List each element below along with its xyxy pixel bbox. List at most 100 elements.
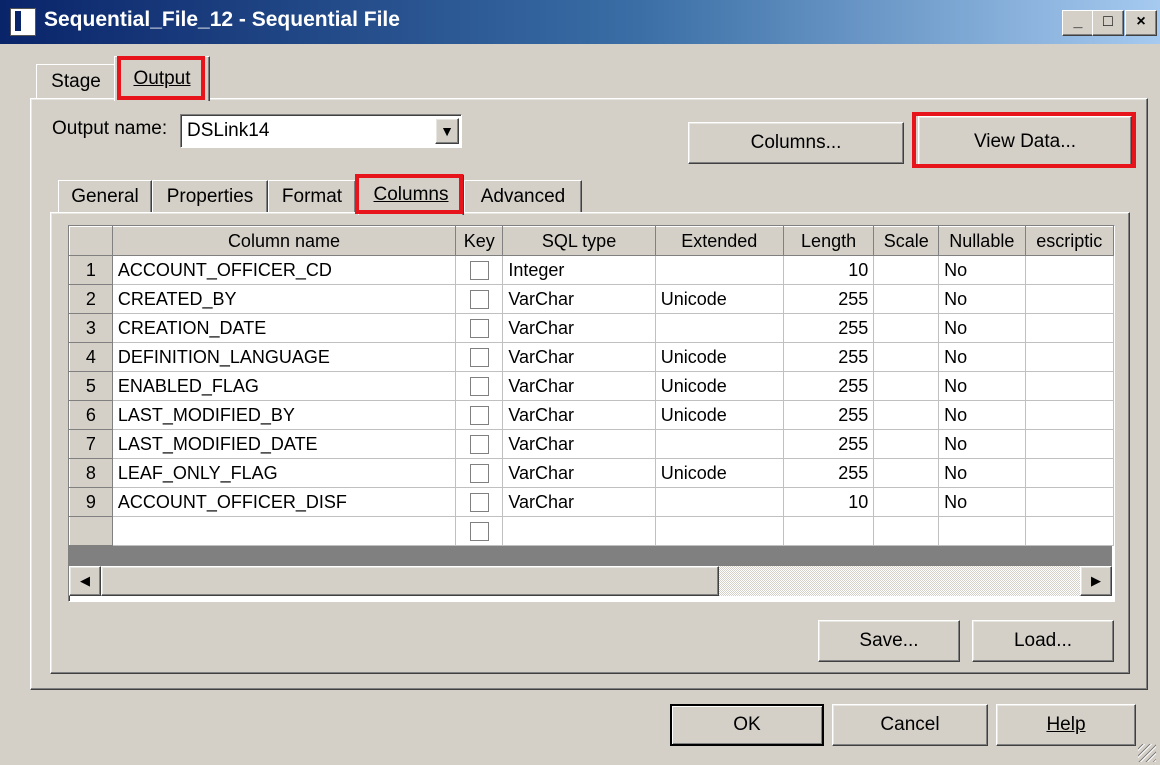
- cell-description[interactable]: [1025, 371, 1114, 401]
- cell-nullable[interactable]: No: [938, 458, 1026, 488]
- key-checkbox[interactable]: [469, 377, 489, 397]
- cell-key[interactable]: [455, 487, 504, 517]
- cell-extended[interactable]: [655, 429, 784, 459]
- header-length[interactable]: Length: [782, 226, 875, 256]
- columns-button[interactable]: Columns...: [688, 122, 904, 164]
- key-checkbox[interactable]: [469, 493, 489, 513]
- arrow-right-icon[interactable]: ▶: [1080, 566, 1112, 596]
- cell-length[interactable]: 255: [783, 313, 875, 343]
- tab-format[interactable]: Format: [268, 180, 356, 213]
- key-checkbox[interactable]: [469, 406, 489, 426]
- cell-extended[interactable]: Unicode: [655, 284, 784, 314]
- row-number[interactable]: 2: [69, 284, 113, 314]
- cell-key[interactable]: [455, 400, 504, 430]
- cell-extended[interactable]: Unicode: [655, 458, 784, 488]
- cell-scale[interactable]: [873, 342, 940, 372]
- cell-description[interactable]: [1025, 400, 1114, 430]
- header-description[interactable]: escriptic: [1024, 226, 1114, 256]
- arrow-left-icon[interactable]: ◀: [69, 566, 101, 596]
- row-number[interactable]: 4: [69, 342, 113, 372]
- empty-cell[interactable]: [455, 516, 504, 546]
- header-nullable[interactable]: Nullable: [938, 226, 1026, 256]
- cell-description[interactable]: [1025, 458, 1114, 488]
- minimize-button[interactable]: _: [1062, 10, 1094, 36]
- cell-extended[interactable]: Unicode: [655, 371, 784, 401]
- save-button[interactable]: Save...: [818, 620, 960, 662]
- row-number[interactable]: 9: [69, 487, 113, 517]
- cell-extended[interactable]: [655, 255, 784, 285]
- cell-column-name[interactable]: DEFINITION_LANGUAGE: [112, 342, 457, 372]
- cell-scale[interactable]: [873, 400, 940, 430]
- cell-column-name[interactable]: ACCOUNT_OFFICER_DISF: [112, 487, 457, 517]
- cell-sql-type[interactable]: VarChar: [502, 400, 656, 430]
- empty-cell[interactable]: [112, 516, 457, 546]
- row-number[interactable]: 1: [69, 255, 113, 285]
- cell-key[interactable]: [455, 313, 504, 343]
- cell-length[interactable]: 10: [783, 255, 875, 285]
- cell-key[interactable]: [455, 458, 504, 488]
- tab-advanced[interactable]: Advanced: [464, 180, 582, 213]
- cell-extended[interactable]: Unicode: [655, 342, 784, 372]
- header-extended[interactable]: Extended: [654, 226, 784, 256]
- cell-length[interactable]: 255: [783, 284, 875, 314]
- cell-description[interactable]: [1025, 429, 1114, 459]
- cell-description[interactable]: [1025, 487, 1114, 517]
- table-row[interactable]: 3 CREATION_DATE VarChar 255 No: [69, 313, 1114, 343]
- cell-sql-type[interactable]: VarChar: [502, 458, 656, 488]
- tab-properties[interactable]: Properties: [152, 180, 268, 213]
- cell-length[interactable]: 255: [783, 371, 875, 401]
- horizontal-scrollbar[interactable]: ◀ ▶: [69, 566, 1112, 596]
- tab-general[interactable]: General: [58, 180, 152, 213]
- cell-nullable[interactable]: No: [938, 429, 1026, 459]
- empty-cell[interactable]: [783, 516, 875, 546]
- cell-extended[interactable]: [655, 313, 784, 343]
- cell-sql-type[interactable]: VarChar: [502, 487, 656, 517]
- cell-scale[interactable]: [873, 284, 940, 314]
- empty-cell[interactable]: [1025, 516, 1114, 546]
- cell-sql-type[interactable]: VarChar: [502, 429, 656, 459]
- key-checkbox[interactable]: [469, 464, 489, 484]
- table-row[interactable]: 7 LAST_MODIFIED_DATE VarChar 255 No: [69, 429, 1114, 459]
- header-scale[interactable]: Scale: [873, 226, 940, 256]
- empty-cell[interactable]: [938, 516, 1026, 546]
- cell-key[interactable]: [455, 371, 504, 401]
- cell-nullable[interactable]: No: [938, 400, 1026, 430]
- empty-cell[interactable]: [655, 516, 784, 546]
- cell-key[interactable]: [455, 342, 504, 372]
- load-button[interactable]: Load...: [972, 620, 1114, 662]
- table-row[interactable]: 1 ACCOUNT_OFFICER_CD Integer 10 No: [69, 255, 1114, 285]
- empty-cell[interactable]: [502, 516, 656, 546]
- cell-nullable[interactable]: No: [938, 284, 1026, 314]
- cell-sql-type[interactable]: Integer: [502, 255, 656, 285]
- cell-column-name[interactable]: ENABLED_FLAG: [112, 371, 457, 401]
- cell-column-name[interactable]: LEAF_ONLY_FLAG: [112, 458, 457, 488]
- cell-nullable[interactable]: No: [938, 342, 1026, 372]
- table-row[interactable]: 4 DEFINITION_LANGUAGE VarChar Unicode 255 No: [69, 342, 1114, 372]
- cell-length[interactable]: 255: [783, 342, 875, 372]
- cell-column-name[interactable]: ACCOUNT_OFFICER_CD: [112, 255, 457, 285]
- row-number[interactable]: 3: [69, 313, 113, 343]
- table-row[interactable]: 8 LEAF_ONLY_FLAG VarChar Unicode 255 No: [69, 458, 1114, 488]
- table-row-new[interactable]: [69, 516, 1114, 546]
- cell-description[interactable]: [1025, 342, 1114, 372]
- key-checkbox[interactable]: [469, 261, 489, 281]
- cell-scale[interactable]: [873, 458, 940, 488]
- tab-stage[interactable]: Stage: [36, 64, 116, 99]
- cell-nullable[interactable]: No: [938, 487, 1026, 517]
- chevron-down-icon[interactable]: ▼: [435, 118, 459, 144]
- row-number[interactable]: 6: [69, 400, 113, 430]
- table-row[interactable]: 9 ACCOUNT_OFFICER_DISF VarChar 10 No: [69, 487, 1114, 517]
- cell-key[interactable]: [455, 429, 504, 459]
- key-checkbox[interactable]: [469, 522, 489, 542]
- key-checkbox[interactable]: [469, 319, 489, 339]
- cell-key[interactable]: [455, 255, 504, 285]
- key-checkbox[interactable]: [469, 348, 489, 368]
- cell-sql-type[interactable]: VarChar: [502, 371, 656, 401]
- header-column-name[interactable]: Column name: [111, 226, 457, 256]
- table-row[interactable]: 6 LAST_MODIFIED_BY VarChar Unicode 255 No: [69, 400, 1114, 430]
- cell-length[interactable]: 255: [783, 458, 875, 488]
- help-button[interactable]: Help: [996, 704, 1136, 746]
- cell-extended[interactable]: [655, 487, 784, 517]
- ok-button[interactable]: OK: [670, 704, 824, 746]
- cell-key[interactable]: [455, 284, 504, 314]
